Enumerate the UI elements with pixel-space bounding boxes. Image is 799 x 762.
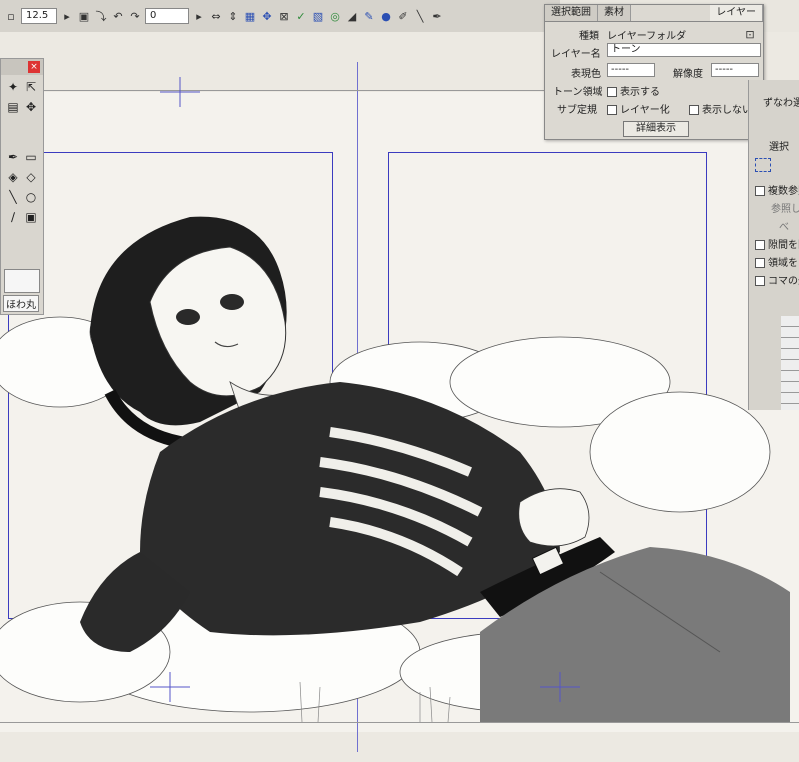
drawing-canvas[interactable] (0, 32, 799, 762)
detail-view-button[interactable]: 詳細表示 (623, 121, 689, 137)
brush-name-label: ほわ丸 (3, 295, 39, 312)
layer-properties-panel: 選択範囲 素材 レイヤー 種類 レイヤーフォルダ ⊡ レイヤー名 トーン 表現色… (544, 4, 764, 140)
rotate-dropdown-icon[interactable]: ▸ (192, 9, 206, 23)
undo-link-icon[interactable]: ◎ (328, 9, 342, 23)
pattern-fill-icon[interactable]: ◇ (23, 169, 39, 185)
brush-icon[interactable]: ✒ (430, 9, 444, 23)
color-label: 表現色 (571, 69, 601, 80)
pen-tool-icon[interactable]: ✒ (5, 149, 21, 165)
multi-reference-label: 複数参照 (768, 186, 799, 197)
reference-label: 参照し (771, 204, 799, 215)
layerize-option-label: レイヤー化 (620, 105, 670, 116)
move-icon[interactable]: ✥ (23, 99, 39, 115)
multi-reference-option[interactable]: 複数参照 (755, 182, 799, 197)
rotate-right-icon[interactable]: ↷ (128, 9, 142, 23)
eraser-icon[interactable]: ▭ (23, 149, 39, 165)
check-icon[interactable]: ✓ (294, 9, 308, 23)
outside-frame-option[interactable]: コマの外 (755, 272, 799, 287)
zoom-out-icon[interactable]: ▫ (4, 9, 18, 23)
tone-area-label: トーン領域 (553, 87, 603, 98)
tone-area-checkbox[interactable]: 表示する (607, 83, 660, 98)
zoom-dropdown-icon[interactable]: ▸ (60, 9, 74, 23)
grid-icon[interactable]: ✥ (260, 9, 274, 23)
flip-horizontal-icon[interactable]: ⇔ (209, 9, 223, 23)
resolution-field[interactable]: ----- (711, 63, 759, 77)
hide-checkbox[interactable]: 表示しない (689, 101, 752, 116)
close-gap-label: 隙間を閉 (768, 240, 799, 251)
outside-frame-label: コマの外 (768, 276, 799, 287)
layer-name-input[interactable]: トーン (607, 43, 761, 57)
main-toolbar: ▫ 12.5 ▸ ▣ ⤵ ↶ ↷ 0 ▸ ⇔ ⇕ ▦ ✥ ⊠ ✓ ▧ ◎ ◢ ✎… (0, 0, 560, 33)
bucket-icon[interactable]: ◈ (5, 169, 21, 185)
tab-material[interactable]: 素材 (598, 5, 631, 21)
close-gap-option[interactable]: 隙間を閉 (755, 236, 799, 251)
area-label: 領域を (768, 258, 798, 269)
zoom-group: ▫ 12.5 ▸ ▣ ⤵ ↶ ↷ 0 ▸ ⇔ ⇕ ▦ ✥ ⊠ ✓ ▧ ◎ ◢ ✎… (4, 8, 444, 24)
tone-area-option-label: 表示する (620, 87, 660, 98)
tool-palette-header[interactable]: × (1, 59, 43, 75)
stamp-icon[interactable]: ▣ (23, 209, 39, 225)
snap-icon[interactable]: ⊠ (277, 9, 291, 23)
pen-icon[interactable]: ✎ (362, 9, 376, 23)
panel-tabs: 選択範囲 素材 レイヤー (545, 5, 763, 22)
select-tab[interactable]: 選択 (769, 138, 789, 153)
tool-options-panel: ずなわ選択 選択 複数参照 参照し べ 隙間を閉 領域を コマの外 (748, 80, 799, 410)
line-icon[interactable]: ╲ (413, 9, 427, 23)
layer-name-label: レイヤー名 (551, 49, 601, 60)
triangle-icon[interactable]: ◢ (345, 9, 359, 23)
layer-list-strip[interactable] (781, 316, 799, 410)
rotate-left-icon[interactable]: ↶ (111, 9, 125, 23)
line-tool-icon[interactable]: ╲ (5, 189, 21, 205)
text-tool-icon[interactable]: ∕ (5, 209, 21, 225)
manga-artwork (0, 77, 790, 723)
color-field[interactable]: ----- (607, 63, 655, 77)
flip-vertical-icon[interactable]: ⇕ (226, 9, 240, 23)
ellipse-tool-icon[interactable]: ○ (23, 189, 39, 205)
lock-icon[interactable]: ⊡ (743, 27, 757, 41)
layerize-checkbox[interactable]: レイヤー化 (607, 101, 670, 116)
hide-option-label: 表示しない (702, 105, 752, 116)
rotate-input[interactable]: 0 (145, 8, 189, 24)
edit-icon[interactable]: ✐ (396, 9, 410, 23)
resolution-label: 解像度 (673, 69, 703, 80)
tab-selection[interactable]: 選択範囲 (545, 5, 598, 21)
type-label: 種類 (579, 31, 599, 42)
selection-mode-icon[interactable] (755, 158, 771, 172)
tool-palette-close-icon[interactable]: × (28, 61, 40, 73)
lasso-select-label: ずなわ選択 (763, 98, 799, 109)
fit-icon[interactable]: ⤵ (94, 9, 108, 23)
fill-icon[interactable]: ● (379, 9, 393, 23)
brush-preview[interactable] (4, 269, 40, 293)
layer-toggle-icon[interactable]: ▧ (311, 9, 325, 23)
zoom-input[interactable]: 12.5 (21, 8, 57, 24)
select-arrow-icon[interactable]: ⇱ (23, 79, 39, 95)
type-value: レイヤーフォルダ (607, 31, 687, 42)
ruler-icon[interactable]: ▦ (243, 9, 257, 23)
tool-palette: × ✦ ⇱ ▤ ✥ ✒ ▭ ◈ ◇ ╲ ○ ∕ ▣ ほわ丸 (0, 58, 44, 315)
hatching-icon[interactable]: ▤ (5, 99, 21, 115)
area-option[interactable]: 領域を (755, 254, 798, 269)
sub-ruler-label: サブ定規 (557, 105, 597, 116)
zoom-in-icon[interactable]: ▣ (77, 9, 91, 23)
hand-shape (518, 488, 590, 547)
reference-option: べ (779, 222, 789, 233)
tab-layer[interactable]: レイヤー (710, 5, 763, 21)
magic-wand-icon[interactable]: ✦ (5, 79, 21, 95)
